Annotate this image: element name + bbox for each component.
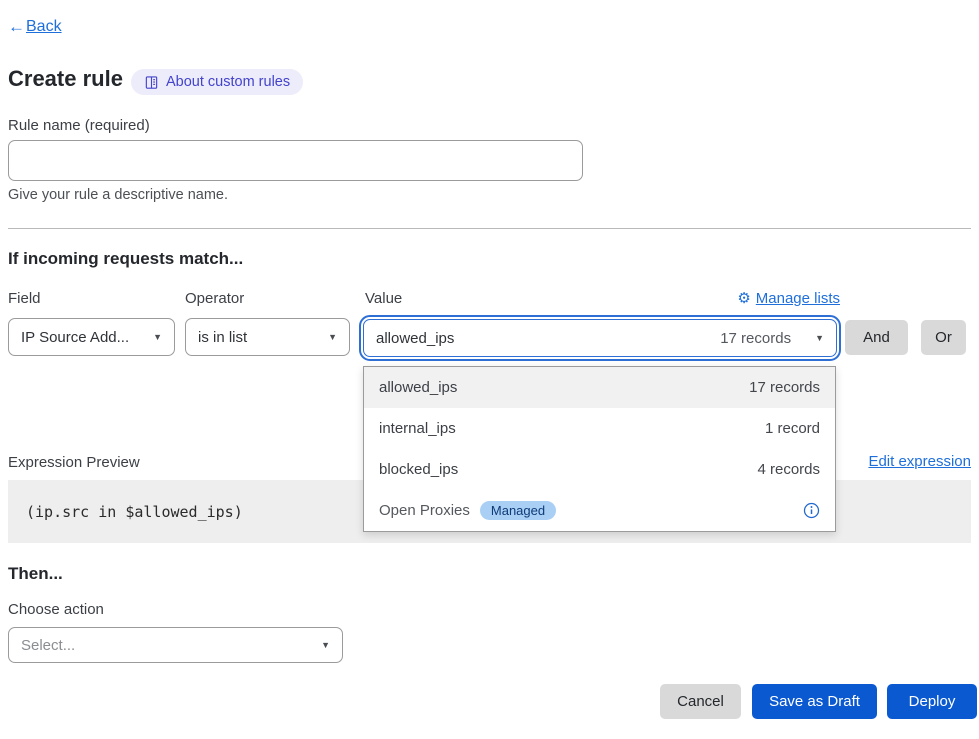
manage-lists-link[interactable]: ⚙ Manage lists: [737, 289, 840, 307]
list-name: internal_ips: [379, 420, 456, 437]
then-section-heading: Then...: [8, 564, 63, 584]
about-custom-rules-link[interactable]: About custom rules: [131, 69, 303, 95]
gear-icon: ⚙: [737, 289, 750, 307]
list-record-count: 4 records: [757, 461, 820, 478]
expression-preview-label: Expression Preview: [8, 454, 140, 471]
expression-code: (ip.src in $allowed_ips): [26, 503, 243, 521]
dropdown-option-open-proxies[interactable]: Open Proxies Managed: [364, 490, 835, 531]
rule-name-label: Rule name (required): [8, 117, 150, 134]
and-button[interactable]: And: [845, 320, 908, 355]
page-title: Create rule: [8, 66, 123, 92]
choose-action-label: Choose action: [8, 601, 104, 618]
back-link[interactable]: ←Back: [8, 17, 62, 37]
info-icon[interactable]: [803, 502, 820, 519]
dropdown-option-internal-ips[interactable]: internal_ips 1 record: [364, 408, 835, 449]
chevron-down-icon: ▼: [318, 332, 337, 342]
deploy-button[interactable]: Deploy: [887, 684, 977, 719]
chevron-down-icon: ▼: [311, 640, 330, 650]
dropdown-option-allowed-ips[interactable]: allowed_ips 17 records: [364, 367, 835, 408]
rule-name-help-text: Give your rule a descriptive name.: [8, 187, 228, 203]
match-section-heading: If incoming requests match...: [8, 249, 243, 269]
field-column-label: Field: [8, 290, 41, 307]
list-name: Open Proxies: [379, 502, 470, 519]
cancel-button[interactable]: Cancel: [660, 684, 741, 719]
action-select-placeholder: Select...: [21, 637, 75, 654]
back-arrow-icon: ←: [8, 17, 25, 37]
manage-lists-label: Manage lists: [756, 290, 840, 307]
save-as-draft-button[interactable]: Save as Draft: [752, 684, 877, 719]
section-divider: [8, 228, 971, 229]
rule-name-input[interactable]: [8, 140, 583, 181]
managed-badge: Managed: [480, 501, 556, 520]
value-dropdown-panel: allowed_ips 17 records internal_ips 1 re…: [363, 366, 836, 532]
field-select-value: IP Source Add...: [21, 329, 129, 346]
field-select[interactable]: IP Source Add... ▼: [8, 318, 175, 356]
book-icon: [144, 75, 159, 90]
create-rule-page: ←Back Create rule About custom rules Rul…: [0, 0, 979, 739]
edit-expression-link[interactable]: Edit expression: [868, 453, 971, 470]
operator-select[interactable]: is in list ▼: [185, 318, 350, 356]
operator-select-value: is in list: [198, 329, 247, 346]
chevron-down-icon: ▼: [805, 333, 824, 343]
list-name: blocked_ips: [379, 461, 458, 478]
value-select-record-count: 17 records: [720, 330, 791, 347]
list-record-count: 1 record: [765, 420, 820, 437]
about-custom-rules-label: About custom rules: [166, 74, 290, 90]
action-select[interactable]: Select... ▼: [8, 627, 343, 663]
dropdown-option-blocked-ips[interactable]: blocked_ips 4 records: [364, 449, 835, 490]
back-link-label: Back: [26, 18, 62, 36]
value-select-value: allowed_ips: [376, 330, 454, 347]
value-select[interactable]: allowed_ips 17 records ▼: [363, 319, 837, 357]
list-record-count: 17 records: [749, 379, 820, 396]
value-column-label: Value: [365, 290, 402, 307]
operator-column-label: Operator: [185, 290, 244, 307]
list-name: allowed_ips: [379, 379, 457, 396]
or-button[interactable]: Or: [921, 320, 966, 355]
chevron-down-icon: ▼: [143, 332, 162, 342]
